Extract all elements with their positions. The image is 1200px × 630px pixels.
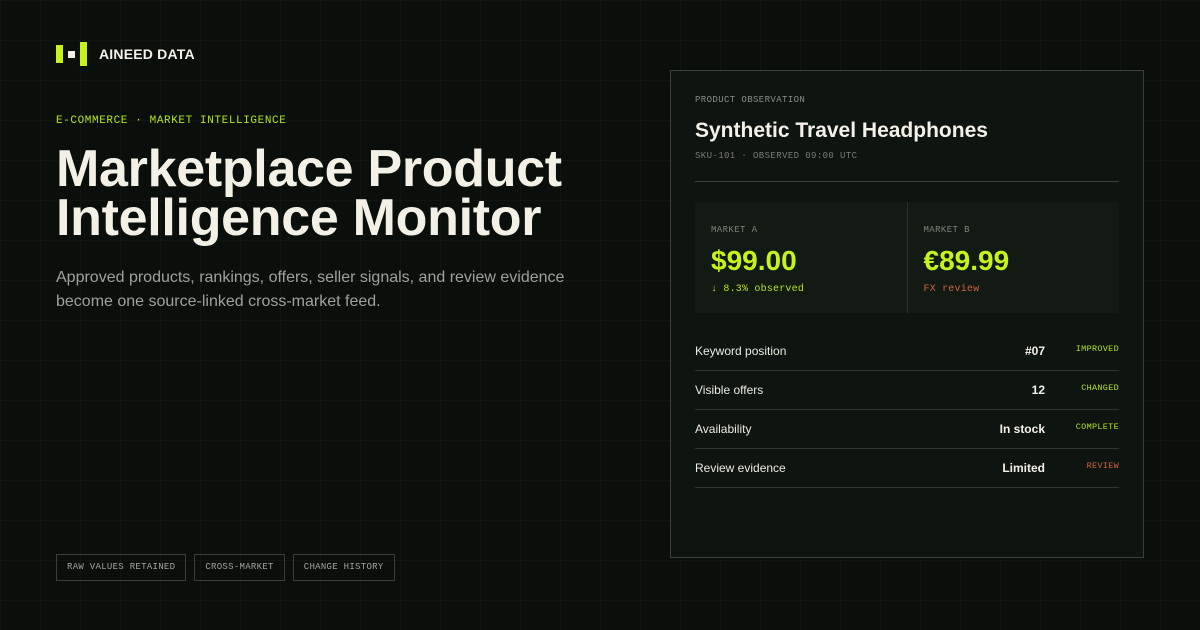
status-badge: IMPROVED <box>1075 344 1119 354</box>
panel-divider <box>695 181 1119 182</box>
signal-value: Limited <box>1002 461 1045 475</box>
signal-list: Keyword position #07 IMPROVED Visible of… <box>695 332 1119 488</box>
signal-label: Availability <box>695 422 752 436</box>
page-subtitle: Approved products, rankings, offers, sel… <box>56 269 565 310</box>
market-label: MARKET A <box>711 225 758 235</box>
signal-value: In stock <box>999 422 1045 436</box>
signal-row-keyword-position: Keyword position #07 IMPROVED <box>695 332 1119 371</box>
signal-label: Visible offers <box>695 383 764 397</box>
market-price: $99.00 <box>711 245 797 276</box>
market-note: ↓ 8.3% observed <box>711 284 805 295</box>
logo-bars-icon <box>56 42 88 66</box>
brand-name: AINEED DATA <box>99 46 195 62</box>
status-badge: CHANGED <box>1081 383 1119 393</box>
feature-chips: RAW VALUES RETAINED CROSS-MARKET CHANGE … <box>56 554 395 581</box>
hero-eyebrow: E-COMMERCE · MARKET INTELLIGENCE <box>56 115 287 127</box>
panel-eyebrow: PRODUCT OBSERVATION <box>695 95 806 105</box>
page-title: Marketplace Product Intelligence Monitor <box>56 140 562 247</box>
market-a-card: MARKET A $99.00 ↓ 8.3% observed <box>695 202 907 313</box>
signal-value: 12 <box>1031 383 1045 397</box>
product-meta: SKU-101 · OBSERVED 09:00 UTC <box>695 151 858 161</box>
signal-value: #07 <box>1024 344 1045 358</box>
market-note: FX review <box>923 284 980 295</box>
signal-row-review-evidence: Review evidence Limited REVIEW <box>695 449 1119 488</box>
signal-label: Review evidence <box>695 461 786 475</box>
market-b-card: MARKET B €89.99 FX review <box>906 202 1120 313</box>
signal-row-availability: Availability In stock COMPLETE <box>695 410 1119 449</box>
product-observation-panel: PRODUCT OBSERVATION Synthetic Travel Hea… <box>670 70 1144 558</box>
market-label: MARKET B <box>923 225 970 235</box>
product-name: Synthetic Travel Headphones <box>695 119 988 142</box>
signal-label: Keyword position <box>695 344 787 358</box>
signal-row-visible-offers: Visible offers 12 CHANGED <box>695 371 1119 410</box>
status-badge: REVIEW <box>1086 461 1119 471</box>
chip-change-history: CHANGE HISTORY <box>292 554 395 581</box>
market-prices: MARKET A $99.00 ↓ 8.3% observed MARKET B… <box>695 202 1119 313</box>
status-badge: COMPLETE <box>1075 422 1119 432</box>
chip-raw-values: RAW VALUES RETAINED <box>56 554 187 581</box>
market-price: €89.99 <box>923 245 1010 276</box>
chip-cross-market: CROSS-MARKET <box>194 554 285 581</box>
brand-logo: AINEED DATA <box>56 42 195 66</box>
